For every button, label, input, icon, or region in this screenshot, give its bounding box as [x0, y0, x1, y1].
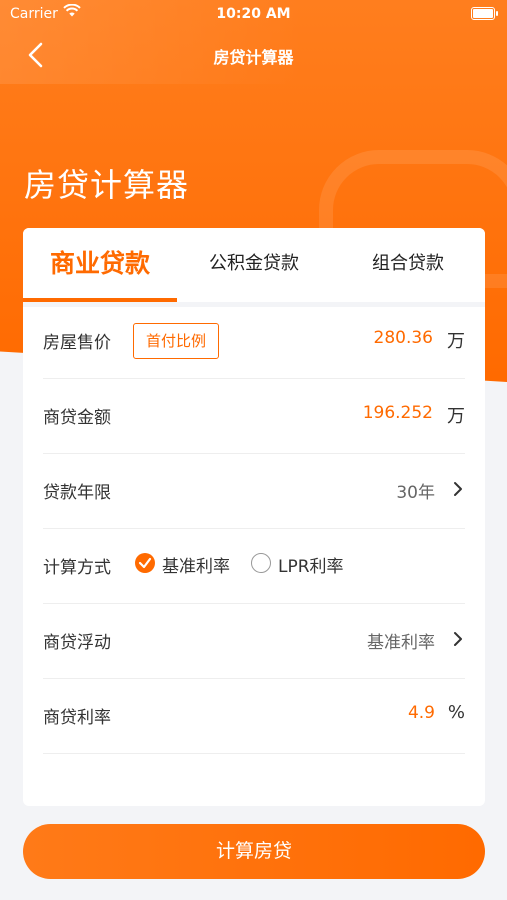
tab-combined-loan[interactable]: 组合贷款 [331, 228, 485, 302]
calc-method-row: 计算方式 基准利率 LPR利率 [43, 529, 465, 604]
loan-amount-unit: 万 [447, 406, 465, 427]
house-price-label: 房屋售价 [43, 333, 111, 353]
radio-checked-icon [135, 553, 155, 573]
house-price-row: 房屋售价 首付比例 280.36 万 [43, 304, 465, 379]
loan-term-label: 贷款年限 [43, 483, 111, 503]
loan-amount-row: 商贷金额 196.252 万 [43, 379, 465, 454]
interest-rate-label: 商贷利率 [43, 708, 111, 728]
house-price-value[interactable]: 280.36 [374, 328, 433, 348]
tab-commercial-loan[interactable]: 商业贷款 [23, 228, 177, 302]
radio-benchmark-label: 基准利率 [162, 557, 230, 577]
house-price-unit: 万 [447, 331, 465, 352]
radio-unchecked-icon [251, 553, 271, 573]
loan-amount-label: 商贷金额 [43, 408, 111, 428]
rate-float-value: 基准利率 [367, 633, 435, 653]
calculator-card: 商业贷款 公积金贷款 组合贷款 房屋售价 首付比例 280.36 万 商贷金额 … [23, 228, 485, 806]
loan-type-tabs: 商业贷款 公积金贷款 组合贷款 [23, 228, 485, 307]
loan-term-value: 30年 [396, 483, 435, 503]
loan-amount-value[interactable]: 196.252 [363, 403, 433, 423]
interest-rate-row: 商贷利率 4.9 % [43, 679, 465, 754]
interest-rate-unit: % [447, 702, 465, 723]
nav-title: 房贷计算器 [213, 48, 294, 67]
status-bar: Carrier 10:20 AM [0, 0, 507, 30]
rate-float-label: 商贷浮动 [43, 633, 111, 653]
chevron-right-icon [454, 482, 462, 496]
navigation-bar: 房贷计算器 [0, 30, 507, 80]
calc-method-label: 计算方式 [43, 558, 111, 578]
status-time: 10:20 AM [216, 6, 291, 22]
tab-provident-fund-loan[interactable]: 公积金贷款 [177, 228, 331, 302]
down-payment-ratio-button[interactable]: 首付比例 [133, 323, 220, 359]
active-tab-indicator [23, 298, 177, 302]
page-title: 房贷计算器 [24, 166, 190, 204]
calculate-mortgage-button[interactable]: 计算房贷 [23, 824, 485, 879]
chevron-right-icon [454, 632, 462, 646]
battery-icon [471, 7, 498, 20]
interest-rate-value[interactable]: 4.9 [408, 703, 435, 723]
rate-float-row[interactable]: 商贷浮动 基准利率 [43, 604, 465, 679]
radio-lpr-label: LPR利率 [278, 557, 344, 577]
loan-term-row[interactable]: 贷款年限 30年 [43, 454, 465, 529]
